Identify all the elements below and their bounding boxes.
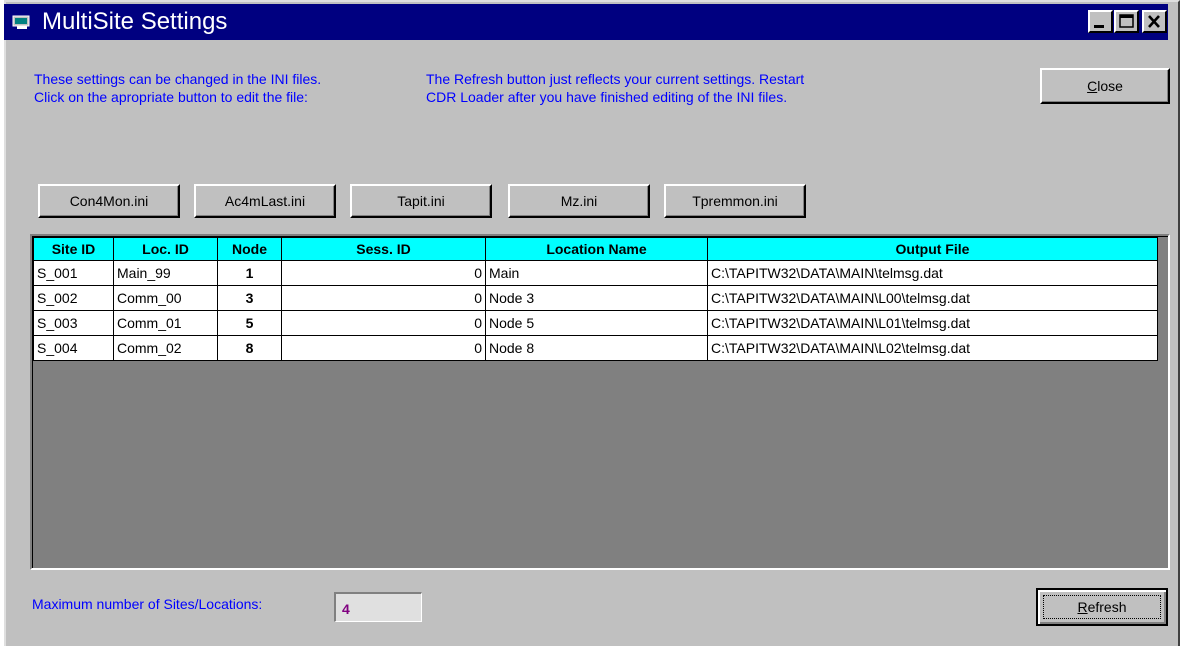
info-left-line1: These settings can be changed in the INI… — [34, 71, 322, 87]
sess-id-cell[interactable]: 0 — [281, 335, 486, 361]
site-id-cell[interactable]: S_001 — [33, 260, 114, 286]
close-button[interactable]: Close — [1040, 68, 1170, 104]
tpremmon-ini-button[interactable]: Tpremmon.ini — [664, 184, 806, 218]
table-row[interactable]: S_001 Main_99 1 0 Main C:\TAPITW32\DATA\… — [33, 260, 1158, 286]
column-header[interactable]: Location Name — [485, 237, 708, 261]
focus-rectangle — [1043, 595, 1161, 619]
mz-ini-button[interactable]: Mz.ini — [508, 184, 650, 218]
site-id-cell[interactable]: S_003 — [33, 310, 114, 336]
max-sites-field: 4 — [334, 592, 422, 622]
maximize-button[interactable] — [1114, 10, 1139, 33]
app-icon — [12, 15, 30, 29]
close-button-mnemonic: C — [1087, 78, 1098, 94]
info-left: These settings can be changed in the INI… — [34, 70, 321, 106]
minimize-icon — [1094, 25, 1104, 28]
close-button-label: lose — [1097, 78, 1123, 94]
site-id-cell[interactable]: S_002 — [33, 285, 114, 311]
node-cell[interactable]: 1 — [217, 260, 282, 286]
output-file-cell[interactable]: C:\TAPITW32\DATA\MAIN\L02\telmsg.dat — [707, 335, 1158, 361]
maximize-icon — [1119, 14, 1134, 28]
site-id-cell[interactable]: S_004 — [33, 335, 114, 361]
tapit-ini-button[interactable]: Tapit.ini — [350, 184, 492, 218]
title-bar[interactable]: MultiSite Settings — [4, 4, 1168, 40]
output-file-cell[interactable]: C:\TAPITW32\DATA\MAIN\telmsg.dat — [707, 260, 1158, 286]
column-header[interactable]: Loc. ID — [113, 237, 218, 261]
sites-grid[interactable]: Site ID Loc. ID Node Sess. ID Location N… — [30, 234, 1170, 570]
table-row[interactable]: S_004 Comm_02 8 0 Node 8 C:\TAPITW32\DAT… — [33, 335, 1158, 361]
table-row[interactable]: S_003 Comm_01 5 0 Node 5 C:\TAPITW32\DAT… — [33, 310, 1158, 336]
location-name-cell[interactable]: Main — [485, 260, 708, 286]
max-sites-label: Maximum number of Sites/Locations: — [32, 596, 263, 612]
node-cell[interactable]: 8 — [217, 335, 282, 361]
minimize-button[interactable] — [1088, 10, 1113, 33]
location-name-cell[interactable]: Node 3 — [485, 285, 708, 311]
sess-id-cell[interactable]: 0 — [281, 310, 486, 336]
column-header[interactable]: Output File — [707, 237, 1158, 261]
refresh-button[interactable]: Refresh — [1036, 588, 1168, 626]
loc-id-cell[interactable]: Comm_00 — [113, 285, 218, 311]
output-file-cell[interactable]: C:\TAPITW32\DATA\MAIN\L00\telmsg.dat — [707, 285, 1158, 311]
location-name-cell[interactable]: Node 5 — [485, 310, 708, 336]
output-file-cell[interactable]: C:\TAPITW32\DATA\MAIN\L01\telmsg.dat — [707, 310, 1158, 336]
sess-id-cell[interactable]: 0 — [281, 260, 486, 286]
window-title: MultiSite Settings — [42, 8, 228, 35]
node-cell[interactable]: 3 — [217, 285, 282, 311]
close-icon — [1148, 15, 1160, 28]
table-header-row: Site ID Loc. ID Node Sess. ID Location N… — [33, 237, 1158, 261]
loc-id-cell[interactable]: Comm_02 — [113, 335, 218, 361]
loc-id-cell[interactable]: Comm_01 — [113, 310, 218, 336]
info-left-line2: Click on the apropriate button to edit t… — [34, 89, 308, 105]
info-right: The Refresh button just reflects your cu… — [426, 70, 804, 106]
info-right-line2: CDR Loader after you have finished editi… — [426, 89, 788, 105]
node-cell[interactable]: 5 — [217, 310, 282, 336]
sites-table: Site ID Loc. ID Node Sess. ID Location N… — [33, 237, 1158, 361]
close-window-button[interactable] — [1142, 10, 1167, 33]
column-header[interactable]: Sess. ID — [281, 237, 486, 261]
column-header[interactable]: Node — [217, 237, 282, 261]
sess-id-cell[interactable]: 0 — [281, 285, 486, 311]
column-header[interactable]: Site ID — [33, 237, 114, 261]
con4mon-ini-button[interactable]: Con4Mon.ini — [38, 184, 180, 218]
ac4mlast-ini-button[interactable]: Ac4mLast.ini — [194, 184, 336, 218]
info-right-line1: The Refresh button just reflects your cu… — [426, 71, 805, 87]
loc-id-cell[interactable]: Main_99 — [113, 260, 218, 286]
table-row[interactable]: S_002 Comm_00 3 0 Node 3 C:\TAPITW32\DAT… — [33, 285, 1158, 311]
location-name-cell[interactable]: Node 8 — [485, 335, 708, 361]
grid-background: Site ID Loc. ID Node Sess. ID Location N… — [32, 236, 1168, 568]
